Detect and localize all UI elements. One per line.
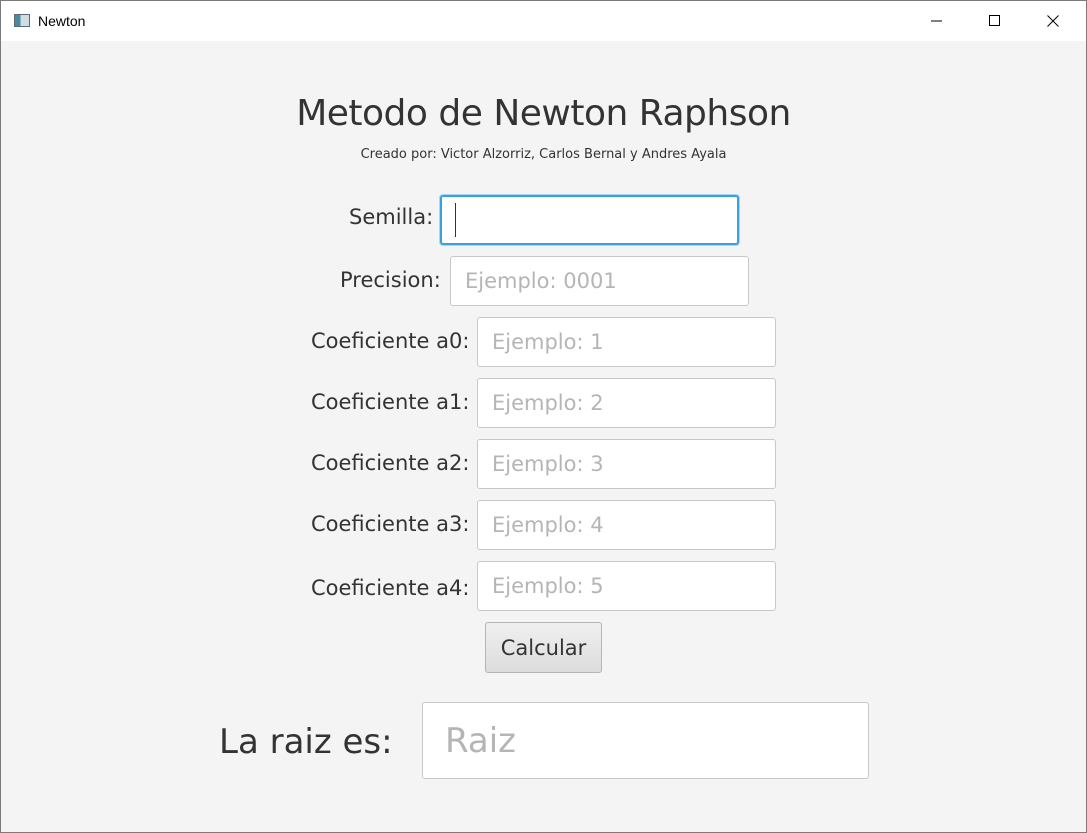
coeficiente-a4-label: Coeficiente a4: [311, 576, 470, 600]
minimize-button[interactable] [908, 1, 966, 41]
coeficiente-a0-label: Coeficiente a0: [311, 329, 470, 353]
title-bar[interactable]: Newton [1, 1, 1086, 41]
app-window: Newton Metodo de Newton Raphson Creado p… [0, 0, 1087, 833]
result-field[interactable] [422, 702, 869, 779]
coeficiente-a4-input[interactable] [477, 561, 776, 611]
coeficiente-a3-label: Coeficiente a3: [311, 512, 470, 536]
maximize-icon [989, 15, 1000, 26]
semilla-label: Semilla: [349, 205, 434, 229]
semilla-input[interactable] [440, 195, 739, 245]
close-icon [1047, 15, 1059, 27]
window-title: Newton [38, 13, 86, 29]
coeficiente-a0-input[interactable] [477, 317, 776, 367]
close-button[interactable] [1024, 1, 1082, 41]
coeficiente-a1-label: Coeficiente a1: [311, 390, 470, 414]
minimize-icon [931, 20, 942, 22]
maximize-button[interactable] [966, 1, 1024, 41]
app-icon [14, 14, 30, 27]
result-label: La raiz es: [219, 722, 393, 762]
page-title: Metodo de Newton Raphson [296, 93, 791, 134]
precision-label: Precision: [340, 268, 441, 292]
coeficiente-a3-input[interactable] [477, 500, 776, 550]
content-area: Metodo de Newton Raphson Creado por: Vic… [1, 41, 1086, 832]
text-caret [455, 203, 456, 237]
coeficiente-a2-label: Coeficiente a2: [311, 451, 470, 475]
precision-input[interactable] [450, 256, 749, 306]
coeficiente-a2-input[interactable] [477, 439, 776, 489]
page-subtitle: Creado por: Victor Alzorriz, Carlos Bern… [360, 147, 727, 162]
calcular-button[interactable]: Calcular [485, 622, 602, 673]
coeficiente-a1-input[interactable] [477, 378, 776, 428]
